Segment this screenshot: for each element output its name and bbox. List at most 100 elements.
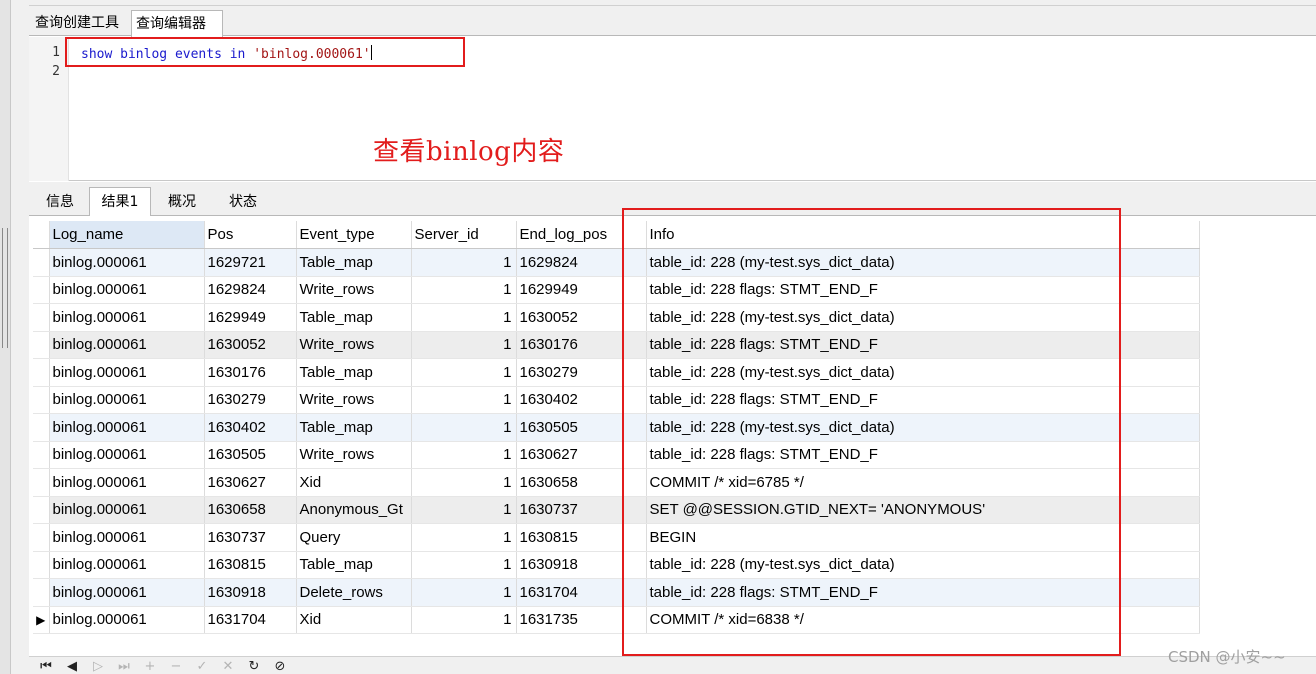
cell-end-log-pos[interactable]: 1629949 [516,276,647,304]
cell-log-name[interactable]: binlog.000061 [49,358,205,387]
last-record-icon[interactable]: ⏭ [113,659,135,674]
row-indicator[interactable] [33,523,50,552]
table-row[interactable]: binlog.000061 1630918 Delete_rows 1 1631… [33,578,1200,607]
refresh-icon[interactable]: ↻ [243,659,265,674]
table-row[interactable]: binlog.000061 1629721 Table_map 1 162982… [33,248,1200,277]
row-indicator[interactable] [33,248,50,277]
cell-info[interactable]: COMMIT /* xid=6838 */ [646,606,1200,634]
row-indicator[interactable] [33,578,50,607]
cell-end-log-pos[interactable]: 1630176 [516,331,647,359]
row-indicator[interactable] [33,468,50,497]
cell-log-name[interactable]: binlog.000061 [49,303,205,332]
cell-end-log-pos[interactable]: 1630279 [516,358,647,387]
delete-record-icon[interactable]: − [165,659,187,674]
cell-server-id[interactable]: 1 [411,358,517,387]
cell-end-log-pos[interactable]: 1630627 [516,441,647,469]
row-indicator[interactable] [33,413,50,442]
cell-end-log-pos[interactable]: 1630052 [516,303,647,332]
cell-info[interactable]: table_id: 228 (my-test.sys_dict_data) [646,248,1200,277]
column-header-info[interactable]: Info [646,221,1200,249]
cell-event-type[interactable]: Xid [296,468,412,497]
cell-log-name[interactable]: binlog.000061 [49,276,205,304]
previous-record-icon[interactable]: ◀ [61,659,83,674]
cell-event-type[interactable]: Write_rows [296,386,412,414]
cell-end-log-pos[interactable]: 1630815 [516,523,647,552]
current-row-indicator-icon[interactable]: ▶ [33,606,50,634]
cell-log-name[interactable]: binlog.000061 [49,523,205,552]
sql-editor[interactable]: 1 2 show binlog events in 'binlog.000061… [29,37,1316,181]
cell-pos[interactable]: 1629721 [204,248,297,277]
cell-pos[interactable]: 1630737 [204,523,297,552]
cell-pos[interactable]: 1629949 [204,303,297,332]
tab-profile[interactable]: 概况 [153,188,211,216]
cell-info[interactable]: table_id: 228 flags: STMT_END_F [646,441,1200,469]
cell-log-name[interactable]: binlog.000061 [49,386,205,414]
cell-end-log-pos[interactable]: 1630402 [516,386,647,414]
cell-log-name[interactable]: binlog.000061 [49,248,205,277]
table-row[interactable]: binlog.000061 1629949 Table_map 1 163005… [33,303,1200,332]
cell-pos[interactable]: 1630052 [204,331,297,359]
cell-server-id[interactable]: 1 [411,551,517,579]
cell-pos[interactable]: 1631704 [204,606,297,634]
splitter-grip[interactable] [2,228,8,348]
cell-info[interactable]: table_id: 228 flags: STMT_END_F [646,331,1200,359]
cell-event-type[interactable]: Anonymous_Gt [296,496,412,524]
cell-event-type[interactable]: Table_map [296,413,412,442]
table-row[interactable]: ▶ binlog.000061 1631704 Xid 1 1631735 CO… [33,606,1200,634]
cell-server-id[interactable]: 1 [411,578,517,607]
cell-log-name[interactable]: binlog.000061 [49,578,205,607]
table-row[interactable]: binlog.000061 1630737 Query 1 1630815 BE… [33,523,1200,552]
cell-event-type[interactable]: Write_rows [296,276,412,304]
cell-server-id[interactable]: 1 [411,386,517,414]
cell-info[interactable]: table_id: 228 (my-test.sys_dict_data) [646,303,1200,332]
cell-end-log-pos[interactable]: 1630505 [516,413,647,442]
table-row[interactable]: binlog.000061 1630505 Write_rows 1 16306… [33,441,1200,469]
cell-event-type[interactable]: Xid [296,606,412,634]
stop-icon[interactable]: ⊘ [269,659,291,674]
cell-info[interactable]: table_id: 228 flags: STMT_END_F [646,276,1200,304]
cell-log-name[interactable]: binlog.000061 [49,441,205,469]
cell-pos[interactable]: 1629824 [204,276,297,304]
cell-end-log-pos[interactable]: 1629824 [516,248,647,277]
row-indicator[interactable] [33,441,50,469]
tab-status[interactable]: 状态 [213,188,273,216]
cell-server-id[interactable]: 1 [411,248,517,277]
cell-log-name[interactable]: binlog.000061 [49,606,205,634]
cell-event-type[interactable]: Table_map [296,248,412,277]
cell-info[interactable]: COMMIT /* xid=6785 */ [646,468,1200,497]
table-row[interactable]: binlog.000061 1630627 Xid 1 1630658 COMM… [33,468,1200,497]
row-indicator[interactable] [33,386,50,414]
cell-info[interactable]: SET @@SESSION.GTID_NEXT= 'ANONYMOUS' [646,496,1200,524]
cell-event-type[interactable]: Query [296,523,412,552]
first-record-icon[interactable]: ⏮ [35,659,57,674]
cell-server-id[interactable]: 1 [411,303,517,332]
tab-query-builder[interactable]: 查询创建工具 [31,10,129,36]
tab-query-editor[interactable]: 查询编辑器 [131,10,223,37]
table-row[interactable]: binlog.000061 1630279 Write_rows 1 16304… [33,386,1200,414]
cell-event-type[interactable]: Write_rows [296,331,412,359]
cell-info[interactable]: table_id: 228 (my-test.sys_dict_data) [646,413,1200,442]
cell-end-log-pos[interactable]: 1630737 [516,496,647,524]
cell-server-id[interactable]: 1 [411,441,517,469]
cell-event-type[interactable]: Table_map [296,303,412,332]
cell-event-type[interactable]: Write_rows [296,441,412,469]
cell-server-id[interactable]: 1 [411,606,517,634]
cell-server-id[interactable]: 1 [411,276,517,304]
apply-changes-icon[interactable]: ✓ [191,659,213,674]
cell-end-log-pos[interactable]: 1631735 [516,606,647,634]
column-header-pos[interactable]: Pos [204,221,297,249]
table-row[interactable]: binlog.000061 1630052 Write_rows 1 16301… [33,331,1200,359]
cell-server-id[interactable]: 1 [411,523,517,552]
column-header-end-log-pos[interactable]: End_log_pos [516,221,647,249]
row-indicator[interactable] [33,358,50,387]
cell-pos[interactable]: 1630918 [204,578,297,607]
cell-pos[interactable]: 1630815 [204,551,297,579]
row-indicator[interactable] [33,303,50,332]
next-record-icon[interactable]: ▷ [87,659,109,674]
tab-info[interactable]: 信息 [33,188,87,216]
cell-log-name[interactable]: binlog.000061 [49,496,205,524]
cell-server-id[interactable]: 1 [411,413,517,442]
cell-event-type[interactable]: Table_map [296,551,412,579]
row-indicator[interactable] [33,331,50,359]
cell-log-name[interactable]: binlog.000061 [49,468,205,497]
